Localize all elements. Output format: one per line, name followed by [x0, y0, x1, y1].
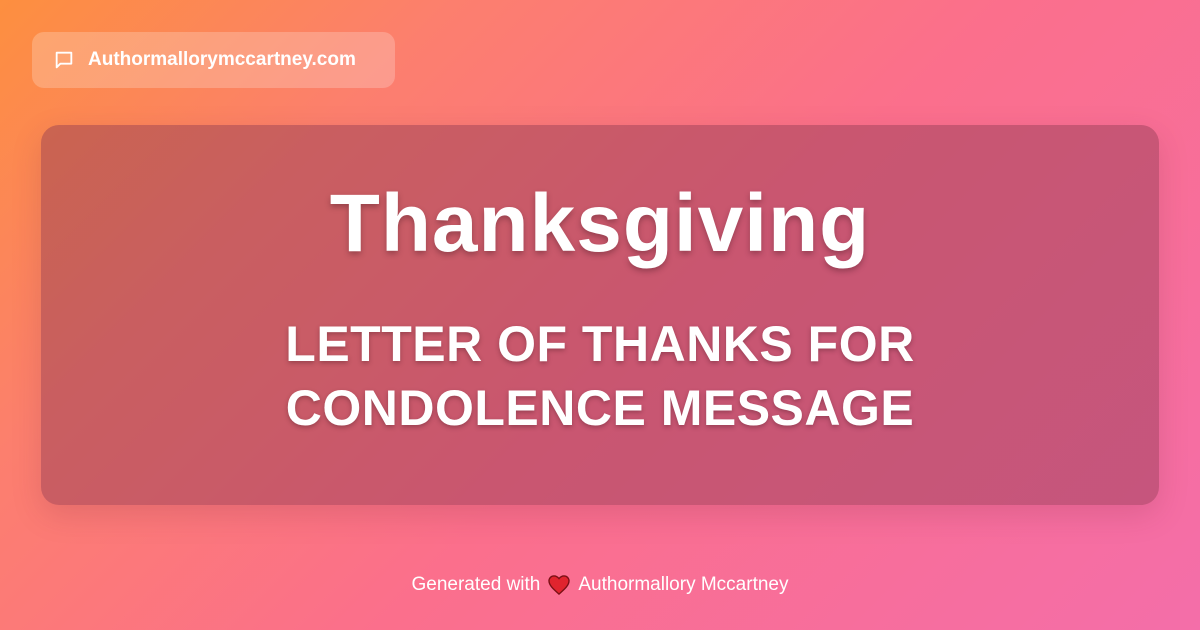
page-title: Thanksgiving — [329, 178, 871, 269]
heart-icon — [548, 575, 571, 595]
site-name: Authormallorymccartney.com — [88, 49, 356, 70]
footer-author: Authormallory Mccartney — [578, 574, 789, 595]
footer-prefix: Generated with — [411, 574, 541, 595]
site-badge[interactable]: Authormallorymccartney.com — [32, 32, 395, 88]
subtitle-line-1: LETTER OF THANKS FOR — [285, 316, 915, 372]
subtitle-line-2: CONDOLENCE MESSAGE — [285, 380, 915, 436]
footer-credit: Generated with Authormallory Mccartney — [0, 574, 1200, 596]
page-subtitle: LETTER OF THANKS FOR CONDOLENCE MESSAGE — [0, 312, 1200, 440]
message-square-icon — [52, 48, 76, 72]
